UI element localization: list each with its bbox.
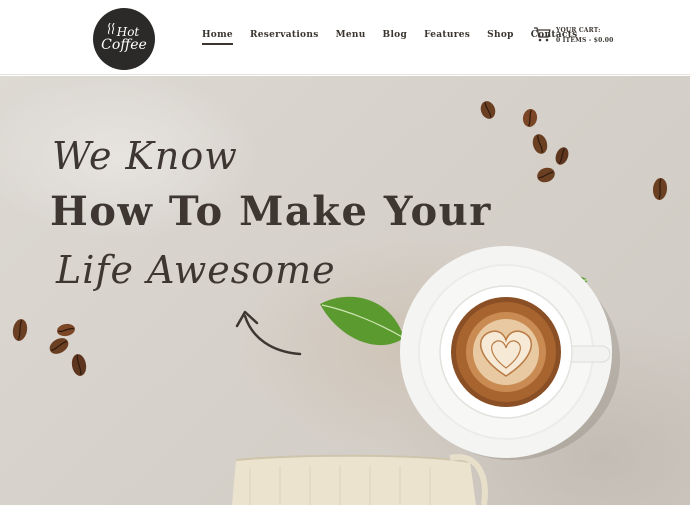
coffee-leaf-left [320, 296, 405, 346]
cart-title: YOUR CART: [556, 27, 601, 34]
site-header: Hot Coffee Home Reservations Menu Blog F… [0, 0, 690, 75]
nav-item-shop[interactable]: Shop [487, 30, 514, 44]
nav-item-features[interactable]: Features [424, 30, 470, 44]
hero-heading-line3: Life Awesome [56, 248, 336, 292]
nav-item-home[interactable]: Home [202, 30, 233, 45]
nav-item-menu[interactable]: Menu [336, 30, 366, 44]
coffee-sack [232, 454, 488, 505]
hero-heading-line1: We Know [52, 134, 238, 178]
hero-heading-line2: How To Make Your [50, 188, 492, 235]
coffee-beans-left [12, 319, 87, 376]
coffee-beans-top-right [480, 101, 668, 200]
nav-item-blog[interactable]: Blog [383, 30, 408, 44]
steam-icon [107, 22, 115, 35]
logo-text-bottom: Coffee [101, 37, 147, 53]
site-logo[interactable]: Hot Coffee [93, 8, 155, 70]
cart-summary: 0 ITEMS - $0.00 [556, 37, 614, 44]
hero-banner: We Know How To Make Your Life Awesome [0, 76, 690, 505]
cart-widget[interactable]: YOUR CART: 0 ITEMS - $0.00 [533, 26, 614, 46]
curved-arrow-icon [235, 310, 302, 356]
cart-icon [534, 27, 551, 42]
main-nav: Home Reservations Menu Blog Features Sho… [202, 30, 578, 45]
nav-item-reservations[interactable]: Reservations [250, 30, 319, 44]
